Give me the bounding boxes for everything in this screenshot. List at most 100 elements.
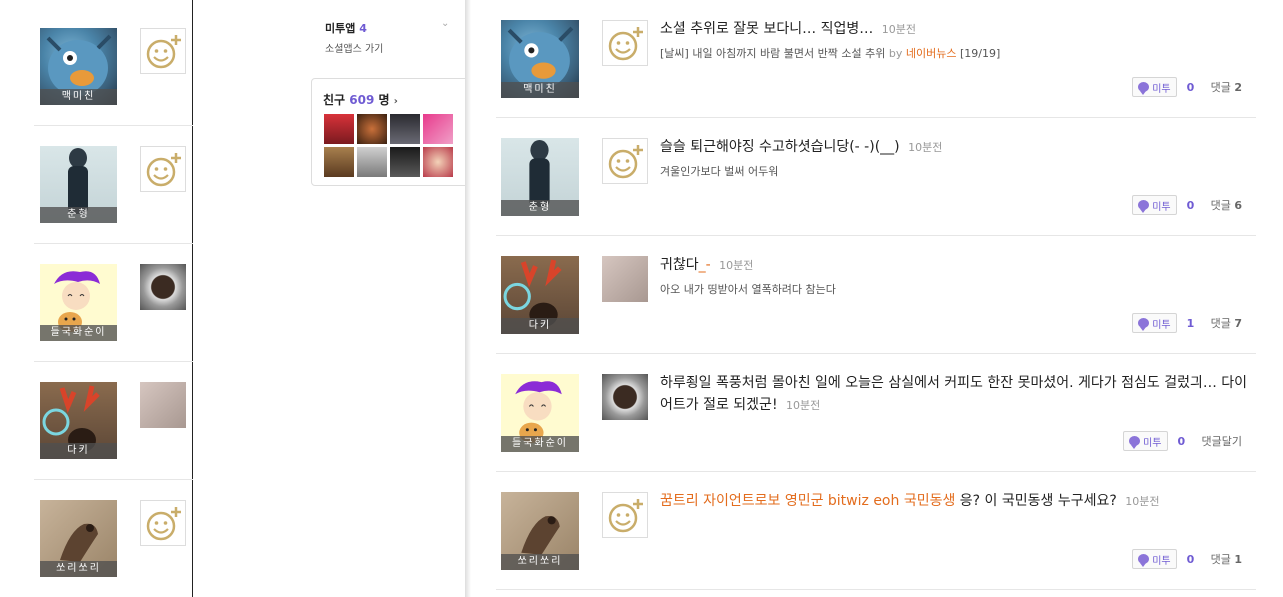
post-content: 하루죙일 폭풍처럼 몰아친 일에 오늘은 삼실에서 커피도 한잔 못마셨어. 게… xyxy=(660,372,1250,417)
comment-link[interactable]: 댓글 6 xyxy=(1211,197,1242,213)
feed: 맥미친 소셜 추위로 잘못 보다니… 직업병… 10분전 [날씨] 내일 아침까… xyxy=(471,0,1283,597)
post-subtext: [날씨] 내일 아침까지 바람 불면서 반짝 소설 추위 by 네이버뉴스 [1… xyxy=(660,45,1250,61)
post-content: 슬슬 퇴근해야징 수고하셧습니당(- -)(__) 10분전 겨울인가보다 벌써… xyxy=(660,136,1250,179)
metoo-count[interactable]: 0 xyxy=(1187,81,1201,94)
post-title: 하루죙일 폭풍처럼 몰아친 일에 오늘은 삼실에서 커피도 한잔 못마셨어. 게… xyxy=(660,372,1250,417)
avatar-name: 맥미친 xyxy=(40,89,117,105)
friends-count: 609 xyxy=(349,93,375,107)
friend-avatar[interactable] xyxy=(423,114,453,144)
avatar[interactable]: 다키 xyxy=(501,256,579,334)
metoo-button[interactable]: 미투 xyxy=(1132,77,1177,97)
smile-icon[interactable] xyxy=(602,20,648,66)
friend-avatar[interactable] xyxy=(390,114,420,144)
cat-photo-thumbnail[interactable] xyxy=(140,382,186,428)
avatar[interactable]: 맥미친 xyxy=(501,20,579,98)
friends-title[interactable]: 친구 609 명 › xyxy=(323,91,398,108)
friend-avatar[interactable] xyxy=(357,147,387,177)
app-title: 미투앱 4 xyxy=(325,20,367,36)
post-subtext[interactable]: 겨울인가보다 벌써 어두워 xyxy=(660,163,1250,179)
post-content: 꿈트리 자이언트로보 영민군 bitwiz eoh 국민동생 응? 이 국민동생… xyxy=(660,490,1250,513)
mentioned-friends-links[interactable]: 꿈트리 자이언트로보 영민군 bitwiz eoh 국민동생 xyxy=(660,493,955,509)
comment-count: 7 xyxy=(1234,317,1242,330)
social-apps-link[interactable]: 소셜앱스 가기 xyxy=(325,40,383,55)
smile-icon[interactable] xyxy=(140,28,186,74)
friend-avatar[interactable] xyxy=(390,147,420,177)
comment-link[interactable]: 댓글 7 xyxy=(1211,315,1242,331)
by-label: by xyxy=(888,47,903,60)
avatar[interactable]: 맥미친 xyxy=(40,28,117,105)
comment-link[interactable]: 댓글 2 xyxy=(1211,79,1242,95)
avatar[interactable]: 들국화순이 xyxy=(40,264,117,341)
post-time[interactable]: 10분전 xyxy=(719,259,753,272)
speech-bubble-icon xyxy=(1138,554,1150,567)
metoo-count[interactable]: 1 xyxy=(1187,317,1201,330)
metoo-count[interactable]: 0 xyxy=(1187,199,1201,212)
avatar[interactable]: 춘형 xyxy=(40,146,117,223)
avatar-name: 춘형 xyxy=(40,207,117,223)
avatar-name: 쏘리쏘리 xyxy=(40,561,117,577)
left-list-item[interactable]: 맥미친 xyxy=(34,8,193,126)
smile-icon[interactable] xyxy=(140,500,186,546)
post-time[interactable]: 10분전 xyxy=(882,23,916,36)
cat-photo-thumbnail[interactable] xyxy=(602,256,648,302)
app-count: 4 xyxy=(359,22,367,35)
friends-unit: 명 xyxy=(378,93,390,107)
metoo-label: 미투 xyxy=(1152,83,1171,95)
feed-post: 쏘리쏘리 꿈트리 자이언트로보 영민군 bitwiz eoh 국민동생 응? 이… xyxy=(496,472,1256,590)
page-indicator: [19/19] xyxy=(959,47,1001,60)
friend-avatar[interactable] xyxy=(324,114,354,144)
comment-count: 6 xyxy=(1234,199,1242,212)
post-actions: 미투 0 댓글 6 xyxy=(1132,195,1242,215)
post-title: 꿈트리 자이언트로보 영민군 bitwiz eoh 국민동생 응? 이 국민동생… xyxy=(660,490,1250,513)
post-time[interactable]: 10분전 xyxy=(786,399,820,412)
metoo-button[interactable]: 미투 xyxy=(1132,549,1177,569)
post-time[interactable]: 10분전 xyxy=(908,141,942,154)
avatar[interactable]: 다키 xyxy=(40,382,117,459)
friends-grid xyxy=(324,114,454,177)
left-list-item[interactable]: 쏘리쏘리 xyxy=(34,480,193,597)
post-content: 귀찮다_- 10분전 아오 내가 띵받아서 열폭하려다 참는다 xyxy=(660,254,1250,297)
left-list-item[interactable]: 춘형 xyxy=(34,126,193,244)
friends-box: 친구 609 명 › xyxy=(311,78,471,186)
avatar[interactable]: 쏘리쏘리 xyxy=(501,492,579,570)
smile-icon[interactable] xyxy=(140,146,186,192)
feed-post: 들국화순이 하루죙일 폭풍처럼 몰아친 일에 오늘은 삼실에서 커피도 한잔 못… xyxy=(496,354,1256,472)
metoo-count[interactable]: 0 xyxy=(1187,553,1201,566)
friend-avatar[interactable] xyxy=(324,147,354,177)
avatar[interactable]: 쏘리쏘리 xyxy=(40,500,117,577)
speech-bubble-icon xyxy=(1138,200,1150,213)
feed-post: 춘형 슬슬 퇴근해야징 수고하셧습니당(- -)(__) 10분전 겨울인가보다… xyxy=(496,118,1256,236)
quoted-text[interactable]: [날씨] 내일 아침까지 바람 불면서 반짝 소설 추위 xyxy=(660,47,885,60)
metoo-label: 미투 xyxy=(1143,437,1162,449)
metoo-label: 미투 xyxy=(1152,201,1171,213)
metoo-button[interactable]: 미투 xyxy=(1132,313,1177,333)
metoo-button[interactable]: 미투 xyxy=(1132,195,1177,215)
middle-panel: 미투앱 4 ⌄ 소셜앱스 가기 친구 609 명 › xyxy=(193,0,471,597)
avatar-name: 다키 xyxy=(40,443,117,459)
friend-avatar[interactable] xyxy=(423,147,453,177)
source-link[interactable]: 네이버뉴스 xyxy=(906,47,957,60)
smile-icon[interactable] xyxy=(602,492,648,538)
smile-icon[interactable] xyxy=(602,138,648,184)
post-actions: 미투 1 댓글 7 xyxy=(1132,313,1242,333)
avatar[interactable]: 춘형 xyxy=(501,138,579,216)
coffee-photo-thumbnail[interactable] xyxy=(140,264,186,310)
comment-link[interactable]: 댓글 1 xyxy=(1211,551,1242,567)
post-time[interactable]: 10분전 xyxy=(1125,495,1159,508)
metoo-count[interactable]: 0 xyxy=(1178,435,1192,448)
left-list-item[interactable]: 다키 xyxy=(34,362,193,480)
metoo-button[interactable]: 미투 xyxy=(1123,431,1168,451)
friend-avatar[interactable] xyxy=(357,114,387,144)
post-text: 슬슬 퇴근해야징 수고하셧습니당(- -)(__) xyxy=(660,139,900,155)
post-text: 응? 이 국민동생 누구세요? xyxy=(959,493,1117,509)
add-comment-link[interactable]: 댓글달기 xyxy=(1202,433,1242,449)
post-subtext[interactable]: 아오 내가 띵받아서 열폭하려다 참는다 xyxy=(660,281,1250,297)
post-text: 귀찮다 xyxy=(660,257,699,273)
avatar-name: 춘형 xyxy=(501,200,579,216)
left-list-item[interactable]: 들국화순이 xyxy=(34,244,193,362)
chevron-down-icon[interactable]: ⌄ xyxy=(441,18,449,29)
avatar[interactable]: 들국화순이 xyxy=(501,374,579,452)
post-title: 귀찮다_- 10분전 xyxy=(660,254,1250,277)
coffee-photo-thumbnail[interactable] xyxy=(602,374,648,420)
feed-post: 다키 귀찮다_- 10분전 아오 내가 띵받아서 열폭하려다 참는다 미투 1 … xyxy=(496,236,1256,354)
